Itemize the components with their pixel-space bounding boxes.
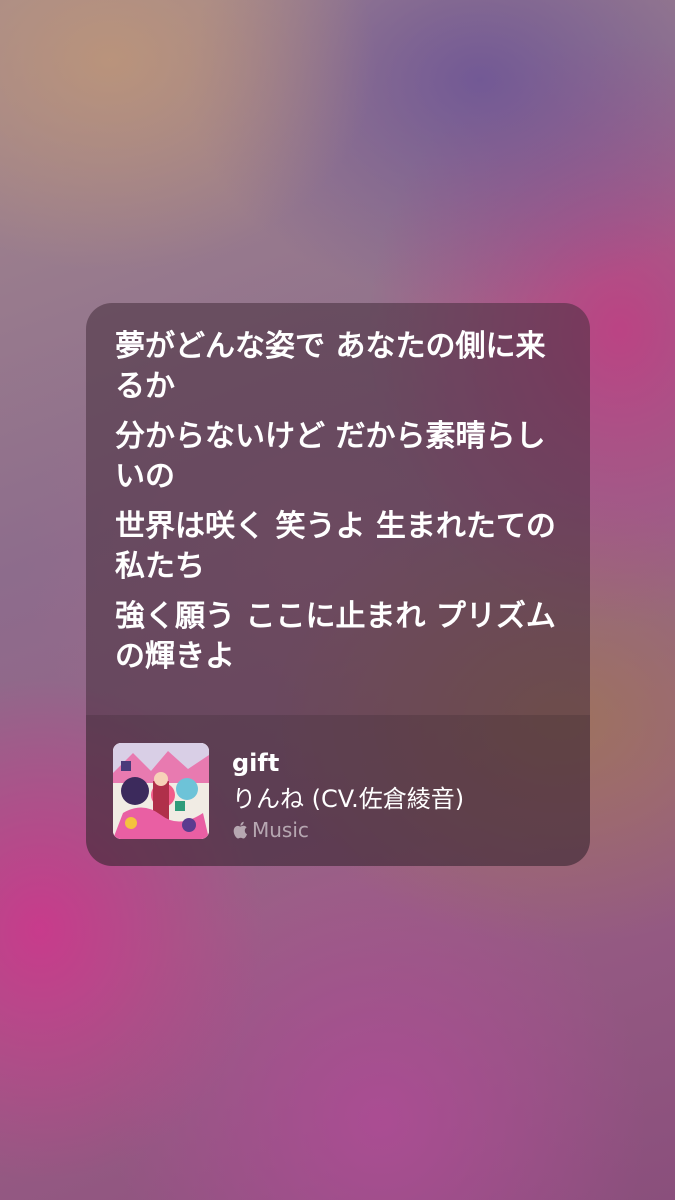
lyrics-share-card: 夢がどんな姿で あなたの側に来るか 分からないけど だから素晴らしいの 世界は咲… <box>86 303 590 866</box>
lyrics-block: 夢がどんな姿で あなたの側に来るか 分からないけど だから素晴らしいの 世界は咲… <box>115 327 575 687</box>
service-label: Music <box>252 818 309 842</box>
lyric-line: 世界は咲く 笑うよ 生まれたての私たち <box>115 509 556 584</box>
lyric-line: 夢がどんな姿で あなたの側に来るか <box>115 329 546 404</box>
lyric-line: 分からないけど だから素晴らしいの <box>115 419 546 494</box>
apple-music-badge: Music <box>232 817 309 843</box>
song-artist: りんね (CV.佐倉綾音) <box>232 785 465 813</box>
apple-logo-icon <box>233 821 247 839</box>
album-artwork[interactable] <box>113 743 209 839</box>
lyric-line: 強く願う ここに止まれ プリズムの輝きよ <box>115 599 556 674</box>
album-artwork-image <box>113 743 209 839</box>
song-title: gift <box>232 749 280 777</box>
